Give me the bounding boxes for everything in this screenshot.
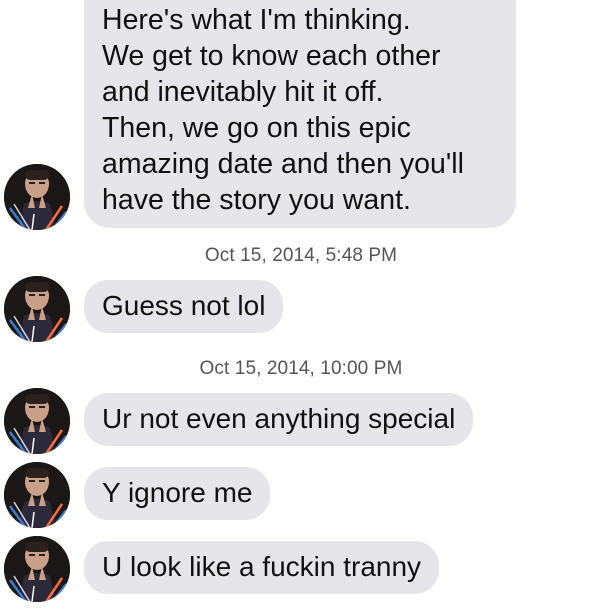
sender-avatar-icon[interactable] [4,164,70,230]
message-bubble-1: Here's what I'm thinking. We get to know… [84,0,516,228]
message-line: We get to know each other [102,40,441,72]
profile-photo-icon [4,164,70,230]
sender-avatar-icon[interactable] [4,462,70,528]
sender-avatar-icon[interactable] [4,388,70,454]
message-bubble-3: Ur not even anything special [84,393,474,446]
message-thread: Here's what I'm thinking. We get to know… [0,0,602,608]
profile-photo-icon [4,536,70,602]
profile-photo-icon [4,276,70,342]
message-line: Then, we go on this epic [102,112,411,144]
message-bubble-4: Y ignore me [84,467,271,520]
message-line: have the story you want. [102,184,411,216]
profile-photo-icon [4,462,70,528]
sender-avatar-icon[interactable] [4,536,70,602]
message-line: and inevitably hit it off. [102,76,384,108]
sender-avatar-icon[interactable] [4,276,70,342]
profile-photo-icon [4,388,70,454]
timestamp: Oct 15, 2014, 5:48 PM [204,245,398,266]
message-bubble-2: Guess not lol [84,280,284,333]
message-line: Here's what I'm thinking. [102,4,411,36]
message-bubble-5: U look like a fuckin tranny [84,541,440,594]
timestamp: Oct 15, 2014, 10:00 PM [199,358,403,379]
message-line: amazing date and then you'll [102,148,464,180]
